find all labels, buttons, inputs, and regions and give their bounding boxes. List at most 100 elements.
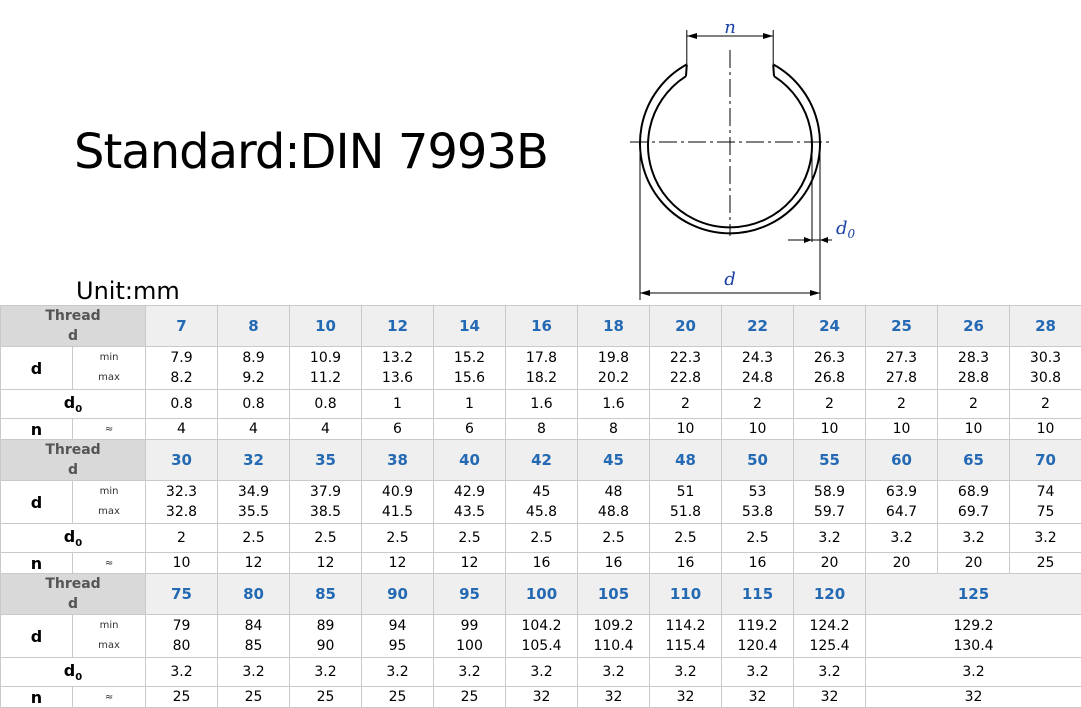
- n-value: 16: [578, 553, 650, 574]
- minmax-label: minmax: [73, 481, 146, 524]
- n-value: 12: [290, 553, 362, 574]
- d-minmax-cell: 4848.8: [578, 481, 650, 524]
- d-minmax-cell: 5353.8: [722, 481, 794, 524]
- n-value: 25: [362, 687, 434, 708]
- d0-value: 3.2: [866, 658, 1081, 687]
- d-min-value: 84: [218, 616, 289, 636]
- thread-size-cell: 105: [578, 574, 650, 615]
- d-label: d: [1, 481, 73, 524]
- d0-value: 0.8: [146, 390, 218, 419]
- d-max-value: 13.6: [362, 368, 433, 388]
- d0-row: d03.23.23.23.23.23.23.23.23.23.23.2: [1, 658, 1081, 687]
- d0-row: d00.80.80.8111.61.6222222: [1, 390, 1081, 419]
- d-min-value: 42.9: [434, 482, 505, 502]
- d-min-value: 74: [1010, 482, 1081, 502]
- d-minmax-cell: 129.2130.4: [866, 615, 1081, 658]
- thread-size-cell: 22: [722, 306, 794, 347]
- n-value: 10: [146, 553, 218, 574]
- thread-size-cell: 20: [650, 306, 722, 347]
- thread-label: Thread: [1, 574, 145, 594]
- n-value: 20: [866, 553, 938, 574]
- d-max-value: 11.2: [290, 368, 361, 388]
- n-value: 25: [1010, 553, 1081, 574]
- d0-value: 3.2: [650, 658, 722, 687]
- n-value: 10: [650, 419, 722, 440]
- d-max-value: 80: [146, 636, 217, 656]
- d-min-value: 45: [506, 482, 577, 502]
- n-value: 32: [650, 687, 722, 708]
- thread-size-cell: 95: [434, 574, 506, 615]
- unit-label: Unit:mm: [76, 276, 180, 306]
- d-minmax-cell: 24.324.8: [722, 347, 794, 390]
- d0-value: 3.2: [290, 658, 362, 687]
- d-minmax-cell: 5151.8: [650, 481, 722, 524]
- d-max-value: 85: [218, 636, 289, 656]
- d-min-value: 17.8: [506, 348, 577, 368]
- n-value: 20: [794, 553, 866, 574]
- d-min-value: 99: [434, 616, 505, 636]
- d0-value: 0.8: [218, 390, 290, 419]
- n-value: 6: [362, 419, 434, 440]
- d0-label-sub: 0: [75, 672, 82, 683]
- d0-value: 1: [434, 390, 506, 419]
- d0-value: 2.5: [722, 524, 794, 553]
- thread-size-cell: 40: [434, 440, 506, 481]
- d0-value: 2: [794, 390, 866, 419]
- d-min-value: 27.3: [866, 348, 937, 368]
- thread-size-cell: 14: [434, 306, 506, 347]
- d0-value: 3.2: [794, 524, 866, 553]
- d-min-value: 7.9: [146, 348, 217, 368]
- d-min-value: 104.2: [506, 616, 577, 636]
- n-value: 8: [506, 419, 578, 440]
- n-value: 10: [938, 419, 1010, 440]
- d0-value: 2.5: [578, 524, 650, 553]
- d-minmax-cell: 42.943.5: [434, 481, 506, 524]
- d-min-value: 89: [290, 616, 361, 636]
- d-minmax-cell: 7.98.2: [146, 347, 218, 390]
- n-row: n≈4446688101010101010: [1, 419, 1081, 440]
- n-value: 25: [434, 687, 506, 708]
- d-min-value: 8.9: [218, 348, 289, 368]
- d-max-value: 24.8: [722, 368, 793, 388]
- thread-size-cell: 16: [506, 306, 578, 347]
- d-minmax-cell: 8.99.2: [218, 347, 290, 390]
- d-max-value: 115.4: [650, 636, 721, 656]
- n-label: n: [1, 553, 73, 574]
- d-max-value: 15.6: [434, 368, 505, 388]
- d-minmax-cell: 17.818.2: [506, 347, 578, 390]
- d-max-value: 26.8: [794, 368, 865, 388]
- d-row: dminmax798084858990949599100104.2105.410…: [1, 615, 1081, 658]
- d-min-value: 10.9: [290, 348, 361, 368]
- d-min-value: 32.3: [146, 482, 217, 502]
- thread-size-cell: 65: [938, 440, 1010, 481]
- d0-label-text: d: [64, 527, 75, 546]
- d0-value: 2: [722, 390, 794, 419]
- n-value: 32: [506, 687, 578, 708]
- d-min-value: 58.9: [794, 482, 865, 502]
- d-minmax-cell: 26.326.8: [794, 347, 866, 390]
- n-row: n≈2525252525323232323232: [1, 687, 1081, 708]
- d0-value: 2: [866, 390, 938, 419]
- n-value: 6: [434, 419, 506, 440]
- d-max-value: 69.7: [938, 502, 1009, 522]
- n-value: 32: [866, 687, 1081, 708]
- d-max-value: 53.8: [722, 502, 793, 522]
- thread-size-cell: 55: [794, 440, 866, 481]
- n-value: 10: [866, 419, 938, 440]
- d-min-value: 26.3: [794, 348, 865, 368]
- d0-value: 2: [938, 390, 1010, 419]
- d-min-value: 68.9: [938, 482, 1009, 502]
- d-max-value: 32.8: [146, 502, 217, 522]
- d-max-value: 45.8: [506, 502, 577, 522]
- n-value: 10: [722, 419, 794, 440]
- d0-value: 1: [362, 390, 434, 419]
- n-value: 32: [794, 687, 866, 708]
- d-minmax-cell: 4545.8: [506, 481, 578, 524]
- thread-header: Threadd: [1, 440, 146, 481]
- thread-size-cell: 125: [866, 574, 1081, 615]
- dimension-n-label: n: [724, 17, 736, 38]
- d-minmax-cell: 7475: [1010, 481, 1081, 524]
- approx-label: ≈: [73, 553, 146, 574]
- thread-size-cell: 85: [290, 574, 362, 615]
- n-label: n: [1, 419, 73, 440]
